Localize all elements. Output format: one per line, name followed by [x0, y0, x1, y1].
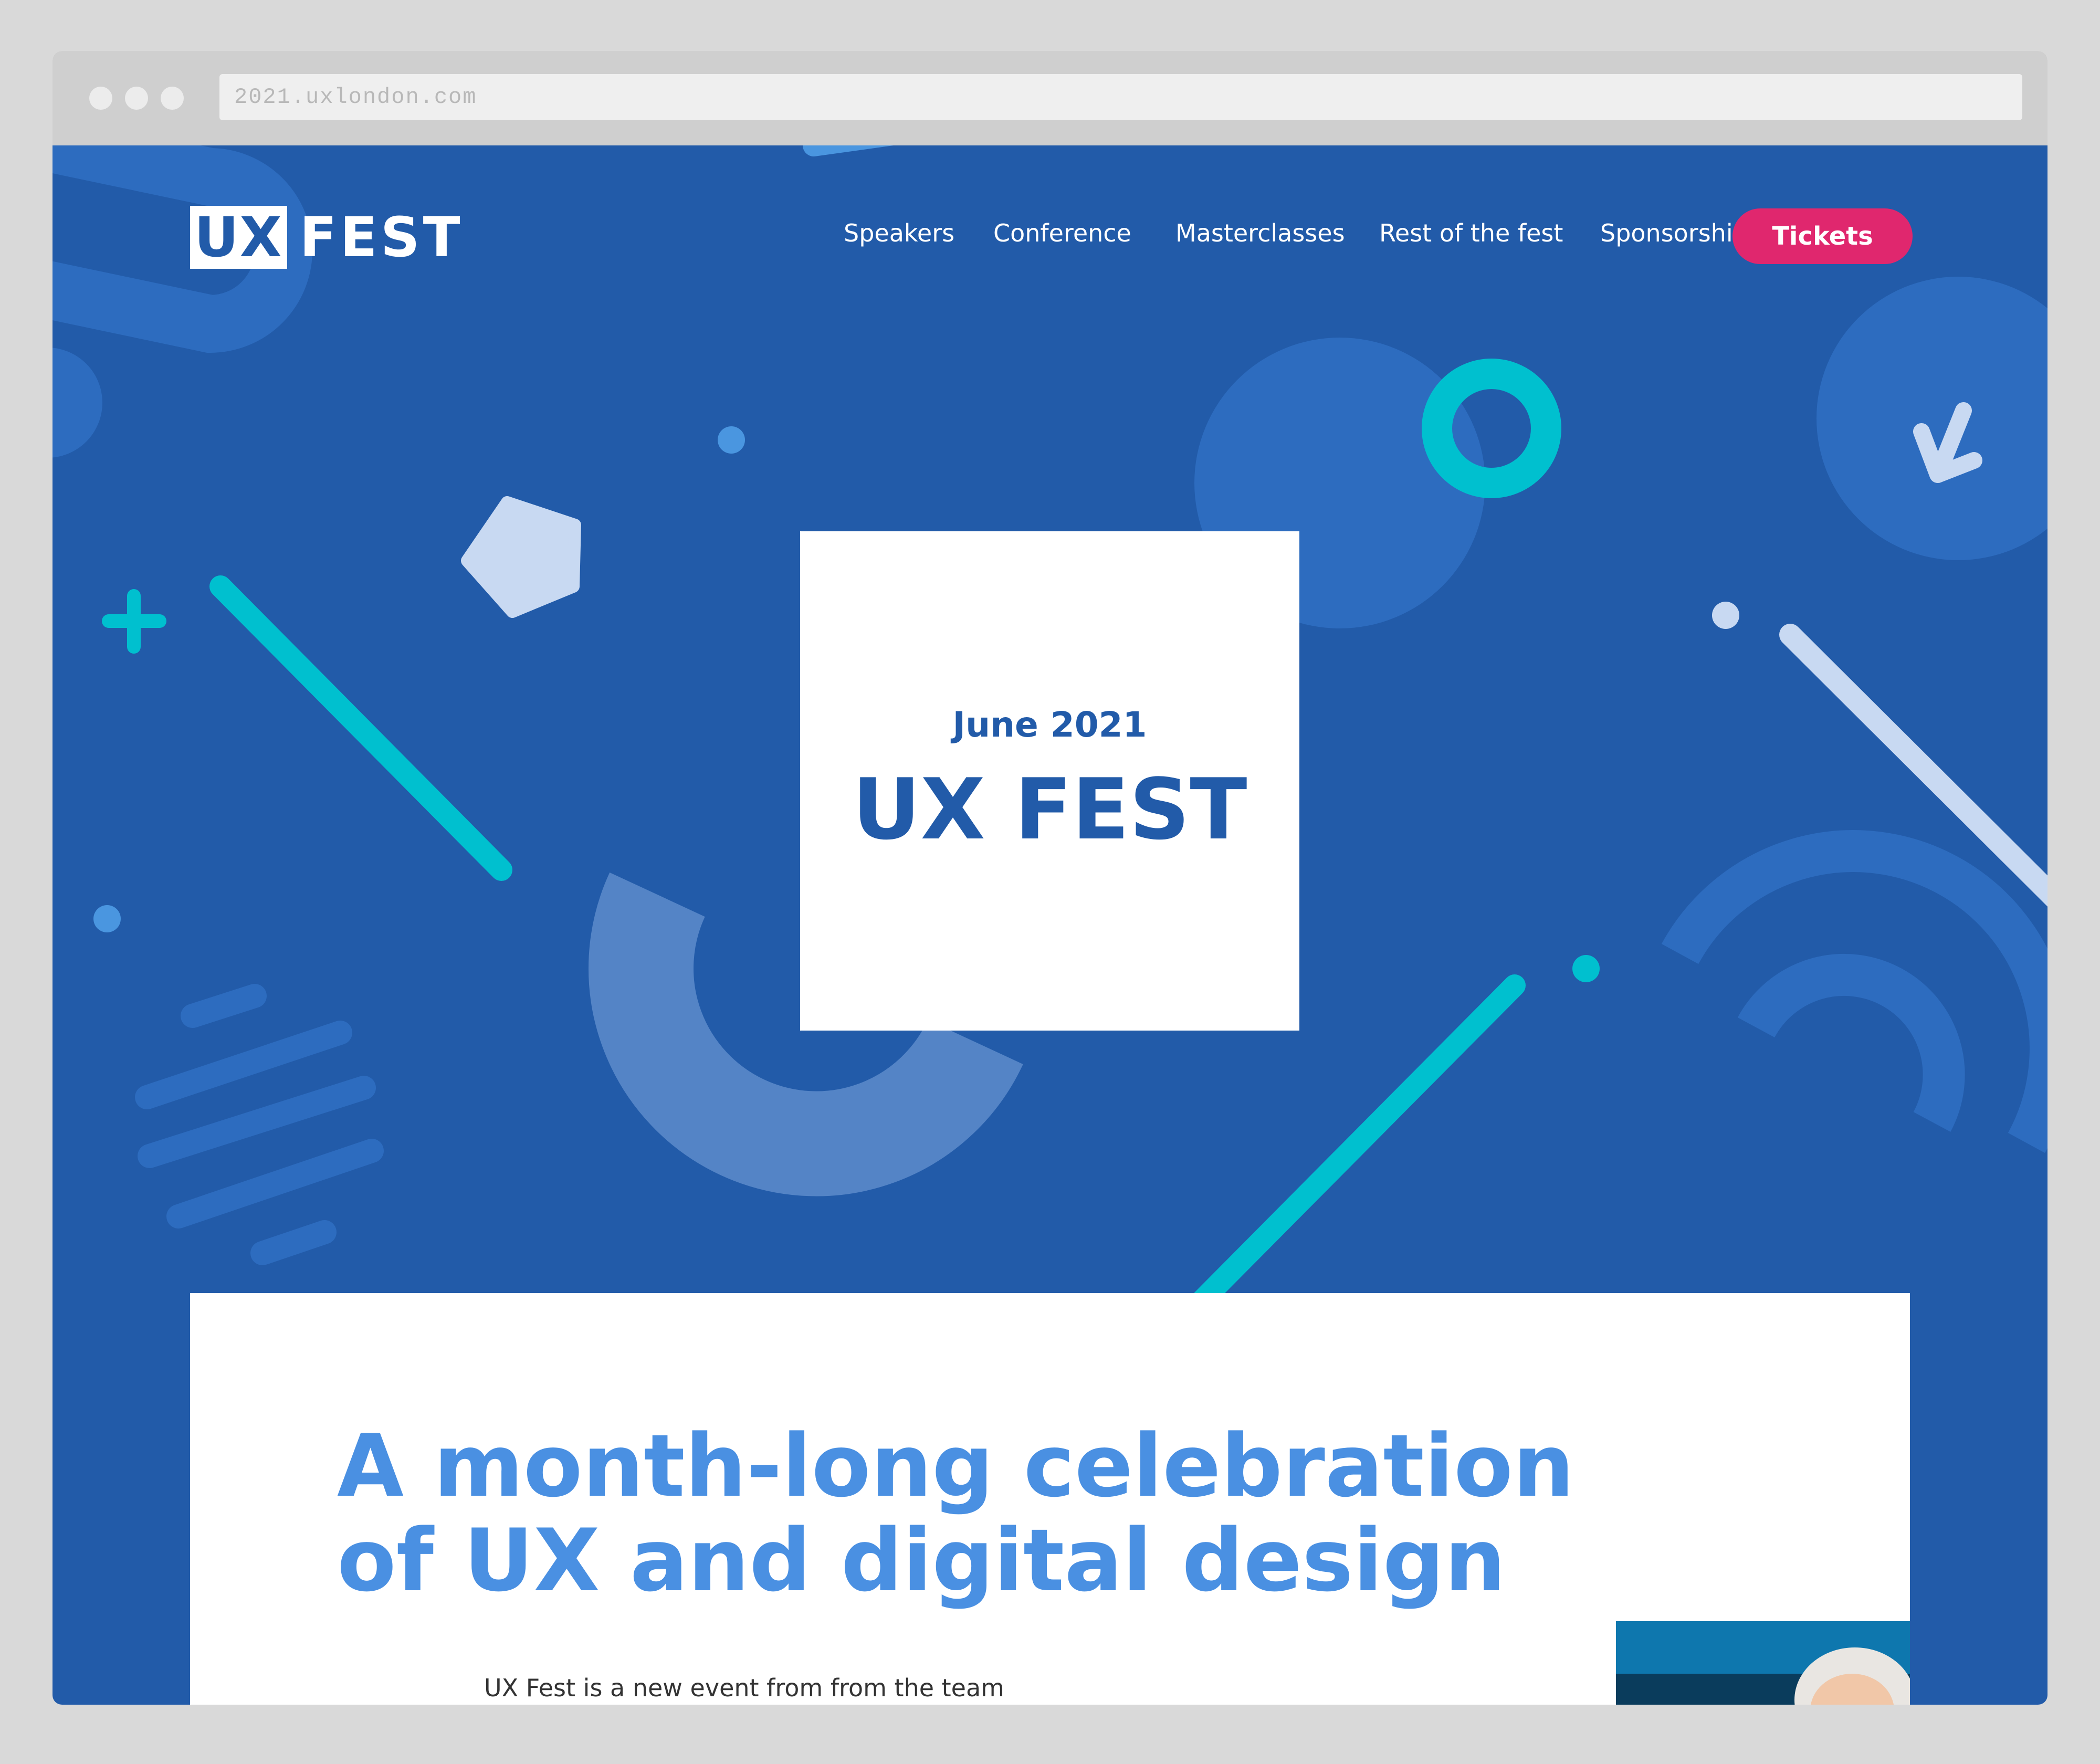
teal-diagonal-line-left	[209, 575, 512, 881]
headline-line-2: of UX and digital design	[337, 1510, 1506, 1611]
hero-date: June 2021	[952, 705, 1147, 745]
right-circle-shape	[1816, 277, 2048, 560]
nav-item-speakers[interactable]: Speakers	[844, 204, 954, 262]
page-viewport: UX FEST Speakers Conference Masterclasse…	[52, 145, 2048, 1705]
logo-ux-text: UX	[190, 206, 287, 269]
speaker-photo	[1616, 1621, 1910, 1705]
browser-window: 2021.uxlondon.com UX FEST Speakers Confe…	[52, 51, 2048, 1705]
headline-line-1: A month-long celebration	[337, 1416, 1574, 1516]
speaker-photo-image	[1616, 1621, 1910, 1705]
dot-shape	[1572, 955, 1600, 982]
window-close-dot[interactable]	[89, 87, 112, 110]
inner-arc-shape	[1737, 953, 1965, 1132]
browser-chrome: 2021.uxlondon.com	[52, 51, 2048, 145]
hero-card: June 2021 UX FEST	[800, 531, 1299, 1031]
dot-shape	[93, 905, 121, 932]
nav-item-sponsorship[interactable]: Sponsorship	[1600, 204, 1748, 262]
address-bar[interactable]: 2021.uxlondon.com	[219, 74, 2022, 120]
striped-lines-shape	[135, 984, 384, 1265]
dot-shape	[718, 426, 745, 454]
ux-fest-logo[interactable]: UX FEST	[190, 206, 464, 269]
pentagon-shape	[461, 496, 581, 618]
teal-diagonal-line-bottom	[1175, 974, 1526, 1327]
hero-title: UX FEST	[852, 760, 1247, 858]
left-edge-circle-shape	[52, 348, 102, 458]
plus-shape	[102, 589, 166, 654]
nav-item-conference[interactable]: Conference	[993, 204, 1131, 262]
window-minimize-dot[interactable]	[125, 87, 148, 110]
dot-shape	[1712, 602, 1739, 629]
logo-fest-text: FEST	[299, 205, 464, 269]
nav-item-rest-of-the-fest[interactable]: Rest of the fest	[1379, 204, 1563, 262]
tickets-button[interactable]: Tickets	[1732, 208, 1913, 264]
window-maximize-dot[interactable]	[161, 87, 184, 110]
headline: A month-long celebration of UX and digit…	[337, 1419, 1597, 1608]
nav-item-masterclasses[interactable]: Masterclasses	[1175, 204, 1345, 262]
intro-section: A month-long celebration of UX and digit…	[190, 1293, 1910, 1705]
intro-text: UX Fest is a new event from from the tea…	[484, 1674, 1004, 1702]
